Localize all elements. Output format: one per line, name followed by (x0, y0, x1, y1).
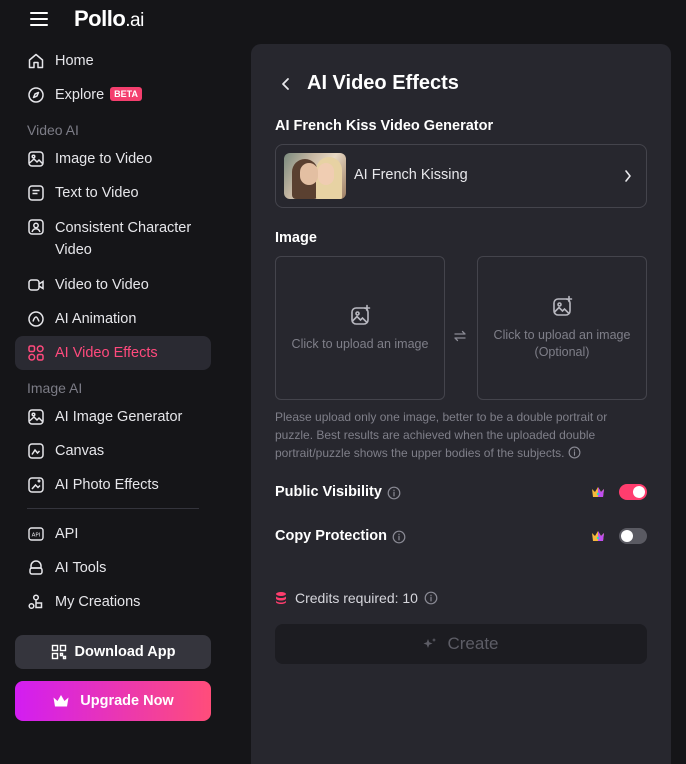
chevron-right-icon (625, 170, 631, 182)
sidebar-item-label: Home (55, 53, 94, 69)
credits-required: Credits required: 10 (275, 588, 438, 608)
sidebar-item-label: My Creations (55, 594, 141, 610)
copy-protection-toggle[interactable] (619, 528, 647, 544)
copy-protection-label: Copy Protection (275, 528, 387, 544)
sidebar-item-api[interactable]: API API (15, 517, 211, 551)
sidebar-item-label: AI Tools (55, 560, 107, 576)
sidebar-item-ai-photo-effects[interactable]: AI Photo Effects (15, 468, 211, 502)
sidebar-item-home[interactable]: Home (15, 44, 211, 78)
sidebar-item-image-to-video[interactable]: Image to Video (15, 142, 211, 176)
logo[interactable]: Pollo.ai (74, 6, 144, 32)
sparkle-icon (423, 638, 437, 648)
copy-protection-row: Copy Protection (275, 526, 647, 548)
sidebar-item-label: Consistent Character Video (55, 220, 192, 258)
sidebar-item-video-to-video[interactable]: Video to Video (15, 268, 211, 302)
character-icon (28, 219, 44, 235)
upload-secondary-text: Click to upload an image (493, 328, 631, 342)
sidebar-item-label: Text to Video (55, 185, 139, 201)
public-visibility-label: Public Visibility (275, 484, 382, 500)
download-app-label: Download App (74, 644, 176, 660)
home-icon (28, 53, 44, 69)
tools-icon (29, 560, 43, 575)
sidebar-item-label: Canvas (55, 443, 105, 459)
create-label: Create (447, 634, 499, 653)
logo-main: Pollo (74, 6, 126, 31)
sidebar-item-label: AI Animation (55, 311, 137, 327)
logo-suffix: .ai (125, 10, 144, 31)
canvas-icon (28, 443, 44, 459)
sidebar-divider (27, 508, 199, 509)
upload-hint-text: Please upload only one image, better to … (275, 410, 608, 460)
api-icon: API (28, 527, 44, 541)
premium-crown-icon (592, 531, 604, 541)
sidebar-item-label: AI Photo Effects (55, 477, 159, 493)
page-title: AI Video Effects (307, 72, 459, 94)
create-button[interactable]: Create (275, 624, 647, 664)
upload-primary-text: Click to upload an image (291, 336, 429, 351)
sidebar-item-ai-animation[interactable]: AI Animation (15, 302, 211, 336)
upload-image-secondary[interactable]: Click to upload an image (Optional) (477, 256, 647, 400)
main-panel: AI Video Effects AI French Kiss Video Ge… (251, 44, 671, 764)
upload-secondary-note: (Optional) (534, 345, 590, 359)
credits-icon (276, 592, 286, 604)
section-label-video: Video AI (27, 122, 79, 138)
back-arrow-icon[interactable] (279, 76, 293, 92)
info-icon[interactable] (424, 591, 438, 605)
animation-icon (28, 311, 44, 327)
qr-code-icon (51, 644, 66, 660)
top-bar: Pollo.ai (0, 0, 230, 40)
upload-hint: Please upload only one image, better to … (275, 408, 647, 462)
upload-image-icon (553, 295, 573, 316)
section-label-image: Image AI (27, 380, 83, 396)
sidebar-item-label: Explore (55, 87, 105, 103)
effect-selector[interactable]: AI French Kissing (275, 144, 647, 208)
upload-image-primary[interactable]: Click to upload an image (275, 256, 445, 400)
sidebar-item-label: API (55, 526, 79, 542)
creations-icon (28, 594, 43, 610)
premium-crown-icon (592, 487, 604, 497)
generator-title: AI French Kiss Video Generator (275, 118, 494, 134)
effect-thumbnail (284, 153, 346, 199)
effect-name: AI French Kissing (354, 167, 468, 183)
sidebar-item-my-creations[interactable]: My Creations (15, 585, 211, 619)
sidebar-item-text-to-video[interactable]: Text to Video (15, 176, 211, 210)
sidebar-item-ai-tools[interactable]: AI Tools (15, 551, 211, 585)
sidebar-item-label: AI Image Generator (55, 409, 183, 425)
beta-badge: BETA (110, 87, 143, 101)
sidebar-item-label: Video to Video (55, 277, 149, 293)
sidebar-item-ai-video-effects[interactable]: AI Video Effects (15, 336, 211, 370)
sidebar: Home Explore BETA Video AI Image to Vide… (15, 44, 211, 619)
upgrade-now-button[interactable]: Upgrade Now (15, 681, 211, 721)
sidebar-item-canvas[interactable]: Canvas (15, 434, 211, 468)
menu-icon[interactable] (30, 12, 48, 26)
credits-label: Credits required: 10 (295, 590, 418, 606)
sidebar-item-ai-image-generator[interactable]: AI Image Generator (15, 400, 211, 434)
svg-text:API: API (32, 533, 41, 539)
download-app-button[interactable]: Download App (15, 635, 211, 669)
info-icon[interactable] (392, 530, 406, 544)
sidebar-item-explore[interactable]: Explore BETA (15, 78, 211, 112)
photo-effects-icon (28, 477, 44, 493)
image-section-label: Image (275, 230, 317, 246)
swap-icon[interactable] (453, 330, 467, 342)
sidebar-item-label: AI Video Effects (55, 345, 158, 361)
compass-icon (28, 87, 44, 103)
image-video-icon (28, 151, 44, 167)
upload-image-icon (351, 304, 371, 325)
public-visibility-toggle[interactable] (619, 484, 647, 500)
upgrade-now-label: Upgrade Now (80, 693, 174, 709)
info-icon[interactable] (387, 486, 401, 500)
effects-icon (28, 345, 44, 361)
text-video-icon (28, 185, 44, 201)
video-video-icon (28, 279, 44, 291)
sidebar-item-consistent-character-video[interactable]: Consistent Character Video (15, 210, 211, 268)
public-visibility-row: Public Visibility (275, 482, 647, 504)
image-gen-icon (28, 409, 44, 425)
sidebar-item-label: Image to Video (55, 151, 153, 167)
info-icon[interactable] (568, 446, 581, 459)
crown-icon (53, 695, 69, 707)
